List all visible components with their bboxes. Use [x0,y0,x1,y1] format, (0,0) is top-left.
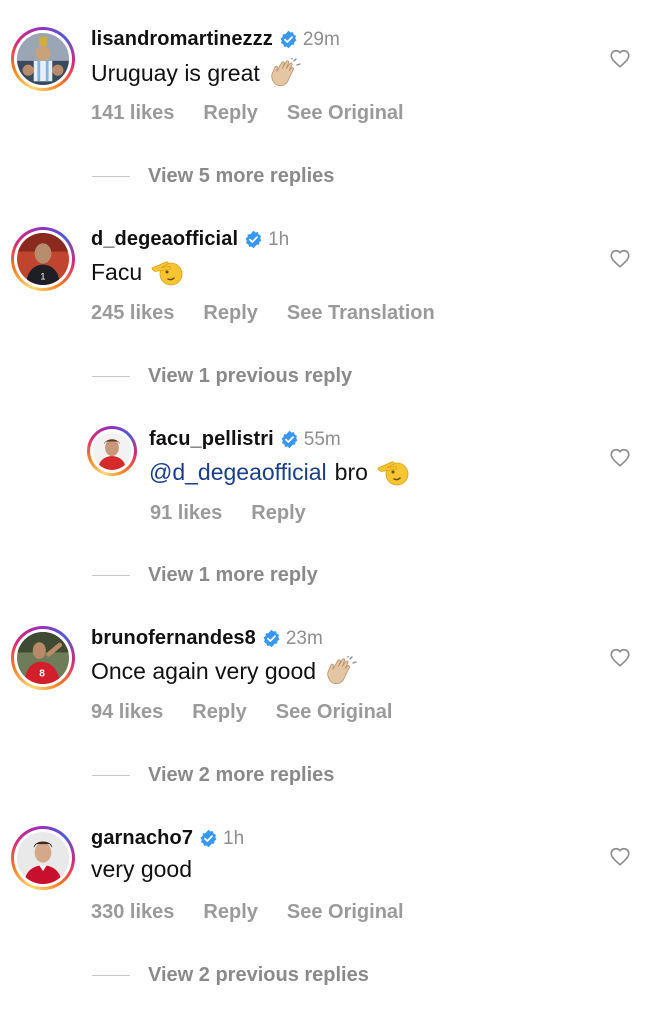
comment-username[interactable]: lisandromartinezzz [91,28,273,51]
comment-timestamp: 55m [303,428,341,450]
verified-badge-icon [280,430,299,449]
likes-count[interactable]: 330 likes [91,901,174,924]
reply-button[interactable]: Reply [203,901,257,924]
comment-timestamp: 1h [223,827,245,849]
svg-text:8: 8 [39,669,45,680]
saluting-face-emoji-icon [150,257,184,287]
view-replies-label: View 1 more reply [148,564,318,586]
likes-count[interactable]: 245 likes [91,302,174,325]
heart-icon[interactable] [609,447,631,469]
verified-badge-icon [199,829,218,848]
heart-icon[interactable] [609,846,631,868]
avatar[interactable] [11,826,75,890]
avatar[interactable]: 1 [11,227,75,291]
verified-badge-icon [244,230,263,249]
reply-button[interactable]: Reply [203,302,257,325]
divider-line [92,176,130,177]
view-replies-label: View 2 more replies [148,764,335,786]
likes-count[interactable]: 94 likes [91,701,163,724]
avatar[interactable]: 8 [11,626,75,690]
reply-button[interactable]: Reply [203,102,257,125]
comment-text: bro [334,458,368,485]
verified-badge-icon [262,629,281,648]
view-replies-button[interactable]: View 1 previous reply [92,365,352,388]
heart-icon[interactable] [609,647,631,669]
saluting-face-emoji-icon [376,457,410,487]
comment-username[interactable]: facu_pellistri [149,428,274,451]
view-replies-label: View 2 previous replies [148,964,369,986]
view-replies-button[interactable]: View 5 more replies [92,165,334,188]
mention-link[interactable]: @d_degeaofficial [149,459,327,486]
see-original-button[interactable]: See Original [287,102,404,125]
comment-timestamp: 29m [302,28,340,50]
likes-count[interactable]: 91 likes [150,502,222,525]
reply-button[interactable]: Reply [192,701,246,724]
divider-line [92,775,130,776]
heart-icon[interactable] [609,48,631,70]
verified-badge-icon [279,30,298,49]
view-replies-button[interactable]: View 2 more replies [92,764,334,787]
heart-icon[interactable] [609,248,631,270]
comment-username[interactable]: brunofernandes8 [91,627,256,650]
divider-line [92,575,130,576]
view-replies-label: View 1 previous reply [148,365,353,387]
likes-count[interactable]: 141 likes [91,102,174,125]
clapping-hands-emoji-icon [268,58,302,88]
comment-username[interactable]: d_degeaofficial [91,228,238,251]
avatar[interactable] [11,27,75,91]
comment-username[interactable]: garnacho7 [91,827,193,850]
comment-text: Facu [91,258,143,285]
see-original-button[interactable]: See Original [287,901,404,924]
view-replies-label: View 5 more replies [148,165,335,187]
comment-timestamp: 1h [268,228,290,250]
divider-line [92,975,130,976]
divider-line [92,376,130,377]
svg-text:1: 1 [40,271,45,281]
avatar[interactable] [87,426,137,476]
comment-text: very good [91,856,193,882]
view-replies-button[interactable]: View 2 previous replies [92,964,369,987]
clapping-hands-emoji-icon [324,656,358,686]
view-replies-button[interactable]: View 1 more reply [92,564,318,587]
comment-timestamp: 23m [285,627,323,649]
see-translation-button[interactable]: See Translation [287,302,435,325]
comment-text: Uruguay is great [91,59,260,86]
comment-text: Once again very good [91,657,317,684]
reply-button[interactable]: Reply [251,502,305,525]
see-original-button[interactable]: See Original [276,701,393,724]
